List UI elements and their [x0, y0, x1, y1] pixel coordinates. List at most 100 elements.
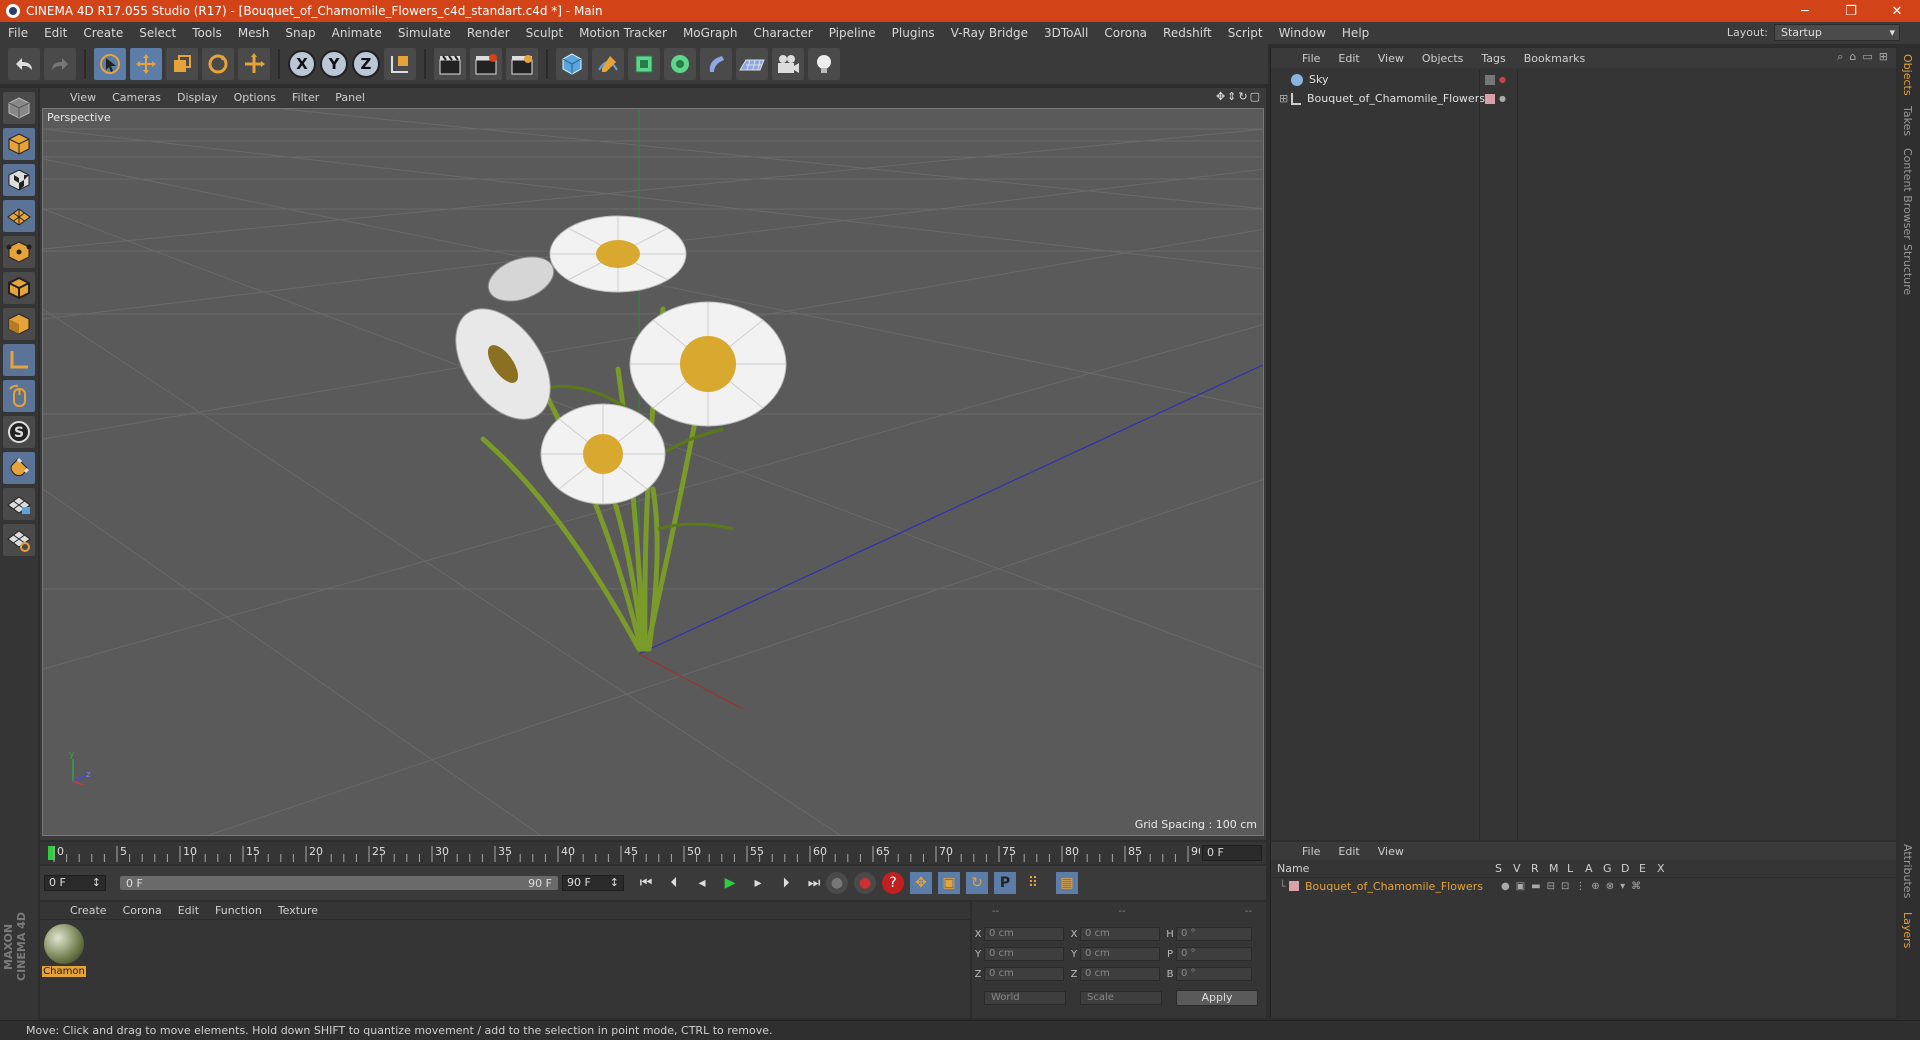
menu-redshift[interactable]: Redshift [1155, 26, 1220, 40]
edges-mode-button[interactable] [3, 272, 35, 304]
layout-select[interactable]: Startup ▾ [1774, 24, 1900, 41]
rotate-tool-button[interactable] [202, 48, 234, 80]
viewport-menu-filter[interactable]: Filter [284, 91, 327, 104]
tab-layers[interactable]: Layers [1901, 912, 1914, 948]
workplane-lock-button[interactable] [3, 488, 35, 520]
viewport-menu-panel[interactable]: Panel [327, 91, 373, 104]
timeline-window-icon[interactable]: ▤ [1056, 872, 1078, 894]
material-menu-create[interactable]: Create [62, 904, 115, 917]
render-settings-button[interactable] [506, 48, 538, 80]
menu-snap[interactable]: Snap [277, 26, 323, 40]
menu-mograph[interactable]: MoGraph [675, 26, 746, 40]
menu-render[interactable]: Render [459, 26, 518, 40]
camera-object-button[interactable] [772, 48, 804, 80]
transform-tool-button[interactable] [238, 48, 270, 80]
spline-pen-button[interactable] [592, 48, 624, 80]
close-button[interactable]: ✕ [1874, 0, 1920, 22]
axis-mode-button[interactable] [3, 344, 35, 376]
collapse-icon[interactable]: ▭ [1862, 50, 1872, 64]
tab-objects[interactable]: Objects [1901, 54, 1914, 96]
lm-menu-view[interactable]: View [1369, 845, 1413, 858]
om-menu-edit[interactable]: Edit [1329, 52, 1368, 65]
menu-window[interactable]: Window [1271, 26, 1334, 40]
lm-menu-file[interactable]: File [1293, 845, 1329, 858]
perspective-viewport[interactable]: y z Perspective Grid Spacing : 100 cm [42, 108, 1264, 836]
pan-icon[interactable]: ✥ [1216, 90, 1225, 103]
menu-character[interactable]: Character [745, 26, 820, 40]
minimize-button[interactable]: ─ [1782, 0, 1828, 22]
floor-object-button[interactable] [736, 48, 768, 80]
menu-sculpt[interactable]: Sculpt [518, 26, 571, 40]
tab-takes[interactable]: Takes [1901, 106, 1914, 136]
layer-toggle-icons[interactable]: ●▣▬⊟⊡⋮⊕⊗▾⌘ [1501, 881, 1647, 892]
keyframe-selection-icon[interactable]: ? [882, 872, 904, 894]
menu-help[interactable]: Help [1334, 26, 1377, 40]
render-picture-viewer-button[interactable] [470, 48, 502, 80]
material-swatch[interactable]: Chamon [42, 924, 86, 984]
tweak-mode-button[interactable] [3, 380, 35, 412]
viewport-menu-cameras[interactable]: Cameras [104, 91, 169, 104]
menu-tools[interactable]: Tools [184, 26, 230, 40]
orbit-icon[interactable]: ↻ [1238, 90, 1247, 103]
solo-button[interactable]: S [3, 416, 35, 448]
menu-edit[interactable]: Edit [36, 26, 75, 40]
model-mode-button[interactable] [3, 128, 35, 160]
visibility-dot-icon[interactable]: ● [1499, 94, 1506, 103]
apply-button[interactable]: Apply [1176, 990, 1258, 1006]
tab-attributes[interactable]: Attributes [1901, 844, 1914, 898]
z-axis-lock-button[interactable]: Z [352, 50, 380, 78]
material-menu-edit[interactable]: Edit [170, 904, 207, 917]
workplane-rotate-button[interactable] [3, 524, 35, 556]
render-view-button[interactable] [434, 48, 466, 80]
preview-range-slider[interactable]: 0 F 90 F [120, 876, 558, 890]
size-mode-select[interactable]: Scale [1080, 991, 1162, 1005]
autokeying-icon[interactable]: ● [854, 872, 876, 894]
points-mode-button[interactable] [3, 236, 35, 268]
viewport-menu-options[interactable]: Options [226, 91, 284, 104]
record-rotation-icon[interactable]: ↻ [966, 872, 988, 894]
undo-button[interactable] [8, 48, 40, 80]
rotation-p-field[interactable]: 0 ° [1176, 947, 1252, 961]
om-menu-objects[interactable]: Objects [1413, 52, 1473, 65]
next-key-icon[interactable]: ⏵ [774, 871, 798, 895]
menu-pipeline[interactable]: Pipeline [821, 26, 884, 40]
object-row-sky[interactable]: Sky ● [1271, 70, 1897, 89]
texture-mode-button[interactable] [3, 164, 35, 196]
size-y-field[interactable]: 0 cm [1080, 947, 1160, 961]
menu-plugins[interactable]: Plugins [884, 26, 943, 40]
tab-structure[interactable]: Structure [1901, 244, 1914, 295]
deformer-button[interactable] [700, 48, 732, 80]
position-y-field[interactable]: 0 cm [984, 947, 1064, 961]
polygons-mode-button[interactable] [3, 308, 35, 340]
om-menu-file[interactable]: File [1293, 52, 1329, 65]
live-selection-button[interactable] [94, 48, 126, 80]
material-menu-texture[interactable]: Texture [270, 904, 326, 917]
maximize-view-icon[interactable]: ▢ [1250, 90, 1260, 103]
play-icon[interactable]: ▶ [718, 871, 742, 895]
position-z-field[interactable]: 0 cm [984, 967, 1064, 981]
array-object-button[interactable] [664, 48, 696, 80]
menu-simulate[interactable]: Simulate [390, 26, 459, 40]
scale-tool-button[interactable] [166, 48, 198, 80]
record-point-level-icon[interactable]: ⠿ [1022, 872, 1044, 894]
om-menu-tags[interactable]: Tags [1472, 52, 1514, 65]
layer-color-icon[interactable] [1485, 93, 1495, 104]
expand-tree-icon[interactable]: ⊞ [1279, 92, 1291, 105]
redo-button[interactable] [44, 48, 76, 80]
layer-row[interactable]: └ Bouquet_of_Chamomile_Flowers ●▣▬⊟⊡⋮⊕⊗▾… [1271, 878, 1896, 894]
coordinate-system-button[interactable] [384, 48, 416, 80]
tab-content-browser[interactable]: Content Browser [1901, 148, 1914, 240]
search-icon[interactable]: ⌕ [1837, 50, 1843, 64]
size-z-field[interactable]: 0 cm [1080, 967, 1160, 981]
size-x-field[interactable]: 0 cm [1080, 927, 1160, 941]
rotation-b-field[interactable]: 0 ° [1176, 967, 1252, 981]
timeline-ruler[interactable]: 0 5 10 15 20 25 30 35 40 45 50 55 60 65 70 75 80 85 90 0 F [40, 842, 1266, 864]
previous-frame-icon[interactable]: ◂ [690, 871, 714, 895]
lm-menu-edit[interactable]: Edit [1329, 845, 1368, 858]
viewport-menu-display[interactable]: Display [169, 91, 226, 104]
menu-animate[interactable]: Animate [324, 26, 390, 40]
move-tool-button[interactable] [130, 48, 162, 80]
end-frame-field[interactable]: 90 F ↕ [562, 875, 624, 891]
menu-mesh[interactable]: Mesh [230, 26, 278, 40]
rotation-h-field[interactable]: 0 ° [1176, 927, 1252, 941]
